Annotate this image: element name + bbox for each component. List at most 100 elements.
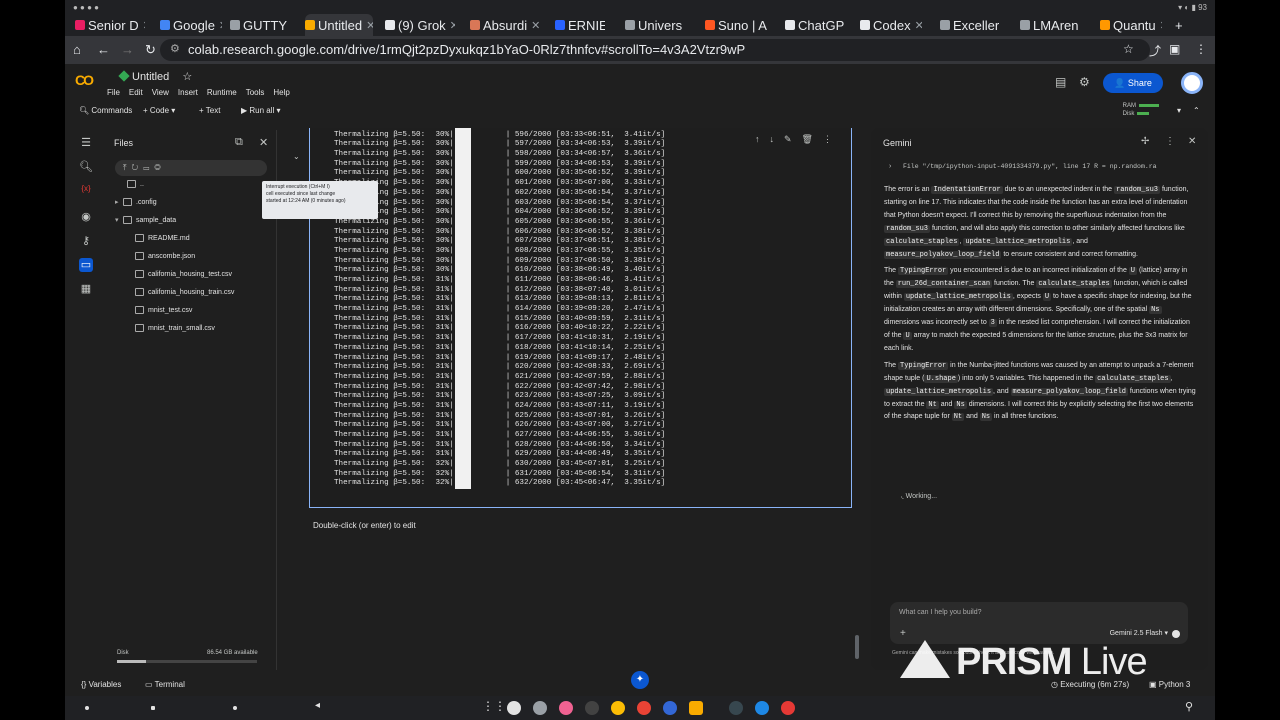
settings-app-icon[interactable] <box>533 701 547 715</box>
menu-item[interactable]: View <box>152 88 169 97</box>
tab-close-icon[interactable]: ✕ <box>848 19 849 32</box>
menu-item[interactable]: Runtime <box>207 88 237 97</box>
browser-menu-icon[interactable]: ⋮ <box>1195 42 1207 56</box>
camera-app-icon[interactable] <box>507 701 521 715</box>
chrome-app-icon[interactable] <box>611 701 625 715</box>
file-row[interactable]: mnist_test.csv <box>135 306 192 322</box>
messages-app-icon[interactable] <box>755 701 769 715</box>
move-up-icon[interactable]: ↑ <box>755 134 770 144</box>
browser-tab[interactable]: Untitled ✕ <box>305 14 373 36</box>
overview-button[interactable] <box>151 706 155 710</box>
tab-close-icon[interactable]: ✕ <box>291 19 292 32</box>
browser-tab[interactable]: Univers✕ <box>625 14 687 36</box>
back-button[interactable]: ◂ <box>315 700 320 711</box>
cell-output[interactable]: Thermalizing β=5.50:30%|| 595/2000 [03:3… <box>309 128 852 508</box>
menu-item[interactable]: Insert <box>178 88 198 97</box>
browser-tab[interactable]: Suno | A✕ <box>705 14 769 36</box>
new-folder-icon[interactable]: ▭ <box>143 163 154 172</box>
data-table-icon[interactable]: ▦ <box>79 282 93 296</box>
refresh-icon[interactable]: ↻ <box>132 163 144 172</box>
user-avatar[interactable] <box>1181 72 1203 94</box>
forward-icon[interactable]: → <box>121 42 134 57</box>
file-row[interactable]: mnist_train_small.csv <box>135 324 215 340</box>
gemini-prompt-input[interactable]: What can I help you build? + Gemini 2.5 … <box>890 602 1188 644</box>
add-attachment-icon[interactable]: + <box>900 628 906 639</box>
chevron-down-icon[interactable]: ▾ <box>1177 106 1181 115</box>
tab-close-icon[interactable]: ✕ <box>686 19 687 32</box>
comments-icon[interactable]: ▤ <box>1055 75 1066 89</box>
collapse-header-icon[interactable]: ⌃ <box>1193 106 1200 115</box>
browser-tab[interactable]: LMAren✕ <box>1020 14 1082 36</box>
chevron-down-icon[interactable]: ▾ <box>115 216 123 224</box>
photos-app-icon[interactable] <box>559 701 573 715</box>
browser-tab[interactable]: Quantu ✕ <box>1100 14 1162 36</box>
text-cell-hint[interactable]: Double-click (or enter) to edit <box>313 521 416 530</box>
variables-button[interactable]: {} Variables <box>81 680 121 689</box>
file-row[interactable]: README.md <box>135 234 190 250</box>
colab-logo-icon[interactable]: CO <box>75 72 97 88</box>
menu-item[interactable]: File <box>107 88 120 97</box>
file-row[interactable]: california_housing_test.csv <box>135 270 232 286</box>
variables-icon[interactable]: ◉ <box>79 210 93 224</box>
browser-tab[interactable]: Senior D ✕ <box>75 14 145 36</box>
new-tab-button[interactable]: + <box>1175 14 1183 36</box>
browser-tab[interactable]: GUTTY✕ <box>230 14 292 36</box>
tab-close-icon[interactable]: ✕ <box>143 19 145 32</box>
tab-close-icon[interactable]: ✕ <box>219 19 222 32</box>
browser-tab[interactable]: (9) Grok ✕ <box>385 14 455 36</box>
browser-tab[interactable]: Codex ✕ <box>860 14 922 36</box>
menu-item[interactable]: Help <box>273 88 289 97</box>
browser-tab[interactable]: Absurdi ✕ <box>470 14 540 36</box>
folder-row[interactable]: ▾ sample_data <box>115 216 176 232</box>
tab-close-icon[interactable]: ✕ <box>915 19 922 32</box>
move-down-icon[interactable]: ↓ <box>770 134 785 144</box>
add-text-button[interactable]: + Text <box>199 106 220 115</box>
browser-tab[interactable]: ERNIE✕ <box>555 14 605 36</box>
terminal-button[interactable]: ▭ Terminal <box>145 680 185 689</box>
home-button[interactable] <box>233 706 237 710</box>
close-icon[interactable]: ✕ <box>1188 136 1196 147</box>
settings-gear-icon[interactable]: ⚙ <box>1079 75 1090 89</box>
file-row[interactable]: california_housing_train.csv <box>135 288 234 304</box>
home-icon[interactable]: ⌂ <box>73 42 81 57</box>
files-folder-icon[interactable]: ▭ <box>79 258 93 272</box>
browser-tab[interactable]: ChatGP✕ <box>785 14 849 36</box>
reload-icon[interactable]: ↻ <box>145 42 156 58</box>
app-icon[interactable] <box>663 701 677 715</box>
run-all-button[interactable]: ▶ Run all ▾ <box>241 106 281 115</box>
menu-item[interactable]: Tools <box>246 88 265 97</box>
share-page-icon[interactable]: ⤴ <box>1149 42 1161 59</box>
commands-button[interactable]: 🔍︎ Commands <box>79 106 132 115</box>
collapse-chevron-icon[interactable]: ⌄ <box>293 152 300 161</box>
url-input[interactable]: ⚙ colab.research.google.com/drive/1rmQjt… <box>160 39 1150 61</box>
search-replace-icon[interactable]: 🔍︎ <box>79 160 93 174</box>
tab-close-icon[interactable]: ✕ <box>366 19 373 32</box>
visibility-icon[interactable]: ◎ <box>154 163 165 172</box>
folder-row[interactable]: .. <box>127 180 144 196</box>
app-icon[interactable] <box>585 701 599 715</box>
back-icon[interactable]: ← <box>97 42 110 57</box>
tabs-count-icon[interactable]: ▣ <box>1169 42 1180 56</box>
open-in-tab-icon[interactable]: ⧉ <box>235 136 243 149</box>
toc-icon[interactable]: ☰ <box>79 136 93 150</box>
runtime-indicator[interactable]: ▣ Python 3 <box>1149 680 1190 689</box>
tab-close-icon[interactable]: ✕ <box>531 19 540 32</box>
gmail-app-icon[interactable] <box>637 701 651 715</box>
live-icon[interactable]: {x} <box>79 184 93 198</box>
add-code-button[interactable]: + Code ▾ <box>143 106 175 115</box>
folder-row[interactable]: ▸ .config <box>115 198 157 214</box>
notebook-scrollbar[interactable] <box>855 635 859 659</box>
site-info-icon[interactable]: ⚙ <box>170 42 180 55</box>
youtube-app-icon[interactable] <box>781 701 795 715</box>
delete-icon[interactable]: 🗑︎ <box>802 134 823 144</box>
tab-close-icon[interactable]: ✕ <box>1160 19 1162 32</box>
more-icon[interactable]: ⋮ <box>1165 136 1175 147</box>
browser-tab[interactable]: Exceller✕ <box>940 14 1002 36</box>
close-icon[interactable]: ✕ <box>259 136 268 149</box>
file-row[interactable]: anscombe.json <box>135 252 195 268</box>
secrets-key-icon[interactable]: ⚷ <box>79 234 93 248</box>
gemini-spark-button[interactable]: ✦ <box>631 671 649 689</box>
keep-app-icon[interactable] <box>689 701 703 715</box>
chevron-right-icon[interactable]: ▸ <box>115 198 123 206</box>
share-button[interactable]: 👤 Share <box>1103 73 1163 93</box>
